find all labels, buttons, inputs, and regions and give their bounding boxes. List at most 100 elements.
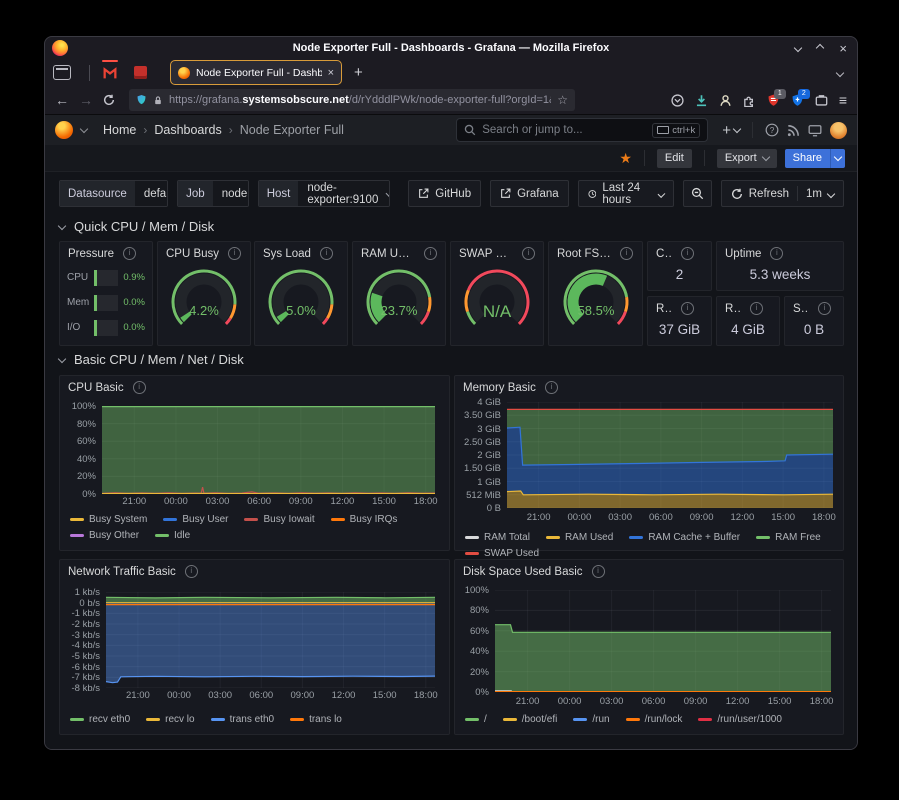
section-quick-cpu-mem-disk[interactable]: Quick CPU / Mem / Disk bbox=[59, 219, 214, 234]
info-icon[interactable] bbox=[681, 247, 694, 260]
legend-item[interactable]: Busy Iowait bbox=[244, 514, 314, 525]
list-tabs-icon[interactable] bbox=[836, 68, 844, 76]
info-icon[interactable] bbox=[185, 565, 198, 578]
info-icon[interactable] bbox=[228, 247, 241, 260]
legend-item[interactable]: Busy System bbox=[70, 514, 147, 525]
share-button[interactable]: Share bbox=[785, 149, 830, 168]
info-icon[interactable] bbox=[545, 381, 558, 394]
panel-cpu-basic: CPU Basic100%80%60%40%20%0%21:0000:0003:… bbox=[59, 375, 450, 551]
minimize-icon[interactable] bbox=[794, 44, 802, 52]
time-range-picker[interactable]: Last 24 hours bbox=[578, 180, 674, 207]
new-tab-button[interactable]: + bbox=[354, 64, 363, 81]
legend-item[interactable]: /run/lock bbox=[626, 714, 683, 725]
url-text[interactable]: https://grafana.systemsobscure.net/d/rYd… bbox=[169, 94, 551, 106]
edit-button[interactable]: Edit bbox=[657, 149, 692, 168]
ublock-icon[interactable]: 1 bbox=[767, 94, 780, 107]
info-icon[interactable] bbox=[424, 247, 437, 260]
containers-icon[interactable] bbox=[815, 94, 828, 107]
panel-header: SWAP Used bbox=[451, 242, 543, 263]
back-button[interactable]: ← bbox=[55, 93, 69, 107]
legend-label: Idle bbox=[174, 530, 190, 541]
info-icon[interactable] bbox=[770, 247, 783, 260]
legend-item[interactable]: Busy Other bbox=[70, 530, 139, 541]
breadcrumb-item-home[interactable]: Home bbox=[103, 123, 136, 137]
favorite-star-icon[interactable]: ★ bbox=[619, 150, 632, 167]
extensions-puzzle-icon[interactable] bbox=[743, 94, 756, 107]
legend-item[interactable]: recv lo bbox=[146, 714, 194, 725]
window-title: Node Exporter Full - Dashboards - Grafan… bbox=[293, 42, 610, 54]
active-tab[interactable]: Node Exporter Full - Dashbo × bbox=[170, 60, 342, 85]
export-button[interactable]: Export bbox=[717, 149, 777, 168]
info-icon[interactable] bbox=[522, 247, 535, 260]
github-link-button[interactable]: GitHub bbox=[408, 180, 481, 207]
grafana-link-button[interactable]: Grafana bbox=[490, 180, 569, 207]
forward-button[interactable]: → bbox=[79, 93, 93, 107]
firefox-view-icon[interactable] bbox=[53, 65, 71, 80]
info-icon[interactable] bbox=[750, 302, 763, 315]
info-icon[interactable] bbox=[620, 247, 633, 260]
downloads-icon[interactable] bbox=[695, 94, 708, 107]
info-icon[interactable] bbox=[818, 302, 831, 315]
breadcrumb-item-dashboards[interactable]: Dashboards bbox=[154, 123, 221, 137]
tab-close-icon[interactable]: × bbox=[328, 67, 334, 79]
help-icon[interactable]: ? bbox=[765, 123, 779, 137]
datasource-picker[interactable]: Datasource default bbox=[59, 180, 168, 207]
info-icon[interactable] bbox=[681, 302, 694, 315]
legend-item[interactable]: / bbox=[465, 714, 487, 725]
legend-item[interactable]: RAM Used bbox=[546, 532, 613, 543]
legend-item[interactable]: trans eth0 bbox=[211, 714, 274, 725]
chart-plot bbox=[102, 406, 435, 494]
legend-item[interactable]: /boot/efi bbox=[503, 714, 558, 725]
legend-item[interactable]: RAM Cache + Buffer bbox=[629, 532, 740, 543]
account-icon[interactable] bbox=[719, 94, 732, 107]
pinned-tab-red[interactable] bbox=[128, 62, 152, 84]
legend-item[interactable]: /run/user/1000 bbox=[698, 714, 782, 725]
pinned-tab-gmail[interactable] bbox=[98, 62, 122, 84]
y-axis-label: 80% bbox=[64, 419, 96, 430]
reload-button[interactable] bbox=[103, 94, 115, 106]
new-button[interactable]: + bbox=[722, 122, 740, 139]
legend-label: Busy IRQs bbox=[350, 514, 398, 525]
legend-item[interactable]: SWAP Used bbox=[465, 548, 539, 559]
info-icon[interactable] bbox=[320, 247, 333, 260]
gauge-value: 23.7% bbox=[381, 303, 418, 318]
legend-item[interactable]: Busy IRQs bbox=[331, 514, 398, 525]
section-basic-cpu-mem-net-disk[interactable]: Basic CPU / Mem / Net / Disk bbox=[59, 352, 244, 367]
legend-item[interactable]: /run bbox=[573, 714, 609, 725]
menu-icon[interactable]: ≡ bbox=[839, 92, 847, 108]
kiosk-monitor-icon[interactable] bbox=[808, 124, 822, 137]
bookmark-star-icon[interactable]: ☆ bbox=[557, 93, 568, 107]
pocket-icon[interactable] bbox=[671, 94, 684, 107]
maximize-icon[interactable] bbox=[816, 44, 824, 52]
legend-item[interactable]: recv eth0 bbox=[70, 714, 130, 725]
tracking-shield-icon[interactable] bbox=[136, 94, 147, 106]
firefox-logo-icon bbox=[52, 40, 68, 56]
share-dropdown-chevron-icon[interactable] bbox=[830, 149, 845, 168]
job-picker[interactable]: Job node bbox=[177, 180, 249, 207]
info-icon[interactable] bbox=[592, 565, 605, 578]
host-picker[interactable]: Host node-exporter:9100 bbox=[258, 180, 391, 207]
org-switcher-chevron-icon[interactable] bbox=[80, 124, 88, 132]
x-axis-label: 09:00 bbox=[281, 496, 321, 507]
y-axis-label: 60% bbox=[459, 626, 489, 637]
legend-item[interactable]: Idle bbox=[155, 530, 190, 541]
search-input[interactable]: Search or jump to... ctrl+k bbox=[456, 118, 708, 142]
legend-item[interactable]: trans lo bbox=[290, 714, 342, 725]
legend-item[interactable]: Busy User bbox=[163, 514, 228, 525]
x-axis-label: 00:00 bbox=[550, 696, 590, 707]
info-icon[interactable] bbox=[123, 247, 136, 260]
legend-item[interactable]: RAM Total bbox=[465, 532, 530, 543]
url-bar[interactable]: https://grafana.systemsobscure.net/d/rYd… bbox=[129, 89, 575, 111]
search-shortcut: ctrl+k bbox=[652, 123, 700, 138]
grafana-logo-icon[interactable] bbox=[55, 121, 73, 139]
close-icon[interactable]: × bbox=[839, 42, 847, 55]
info-icon[interactable] bbox=[133, 381, 146, 394]
legend-item[interactable]: RAM Free bbox=[756, 532, 821, 543]
legend-swatch bbox=[465, 552, 479, 555]
news-rss-icon[interactable] bbox=[787, 124, 800, 137]
user-avatar[interactable] bbox=[830, 122, 847, 139]
y-axis-label: -6 kb/s bbox=[64, 662, 100, 673]
refresh-picker[interactable]: Refresh 1m bbox=[721, 180, 844, 207]
password-manager-icon[interactable]: 2 bbox=[791, 94, 804, 107]
zoom-out-button[interactable] bbox=[683, 180, 712, 207]
